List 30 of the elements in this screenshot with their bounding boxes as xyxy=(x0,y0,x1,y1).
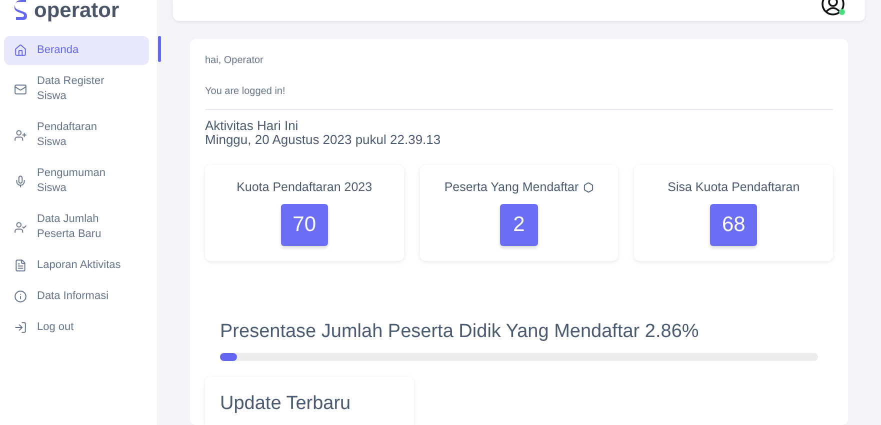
user-plus-icon xyxy=(14,128,27,142)
activity-title: Aktivitas Hari Ini xyxy=(205,119,300,133)
stat-label: Kuota Pendaftaran 2023 xyxy=(236,180,372,194)
microphone-icon xyxy=(14,174,27,188)
stat-value: 2 xyxy=(500,204,538,246)
date-time-text: Minggu, 20 Agustus 2023 pukul 22.39.13 xyxy=(205,133,442,147)
logo-icon xyxy=(14,0,28,22)
updates-title: Update Terbaru xyxy=(220,393,352,415)
greeting-text: hai, Operator xyxy=(205,55,264,66)
brand-name: operator xyxy=(34,0,120,23)
sidebar-item[interactable]: Data Informasi xyxy=(4,282,153,311)
sidebar-item[interactable]: Laporan Aktivitas xyxy=(4,251,153,280)
sidebar-item[interactable]: Log out xyxy=(4,313,153,342)
home-icon xyxy=(14,44,27,57)
sidebar-item[interactable]: Pengumuman Siswa xyxy=(4,159,153,203)
sidebar-item[interactable]: Data Register Siswa xyxy=(4,67,153,111)
login-status-text: You are logged in! xyxy=(205,86,286,97)
progress-title: Presentase Jumlah Peserta Didik Yang Mendaftar 2.86% xyxy=(220,321,700,343)
user-check-icon xyxy=(14,220,27,234)
mail-icon xyxy=(14,82,27,96)
sidebar-item[interactable]: Pendaftaran Siswa xyxy=(4,113,153,157)
document-icon xyxy=(14,259,27,272)
stat-label: Peserta Yang Mendaftar xyxy=(444,180,579,194)
login-icon xyxy=(14,321,27,334)
stat-value: 68 xyxy=(710,204,758,246)
sidebar-item[interactable]: Data Jumlah Peserta Baru xyxy=(4,205,153,249)
stat-value: 70 xyxy=(280,204,328,246)
stat-label: Sisa Kuota Pendaftaran xyxy=(668,180,800,194)
active-indicator xyxy=(158,36,161,62)
info-icon xyxy=(14,290,27,303)
